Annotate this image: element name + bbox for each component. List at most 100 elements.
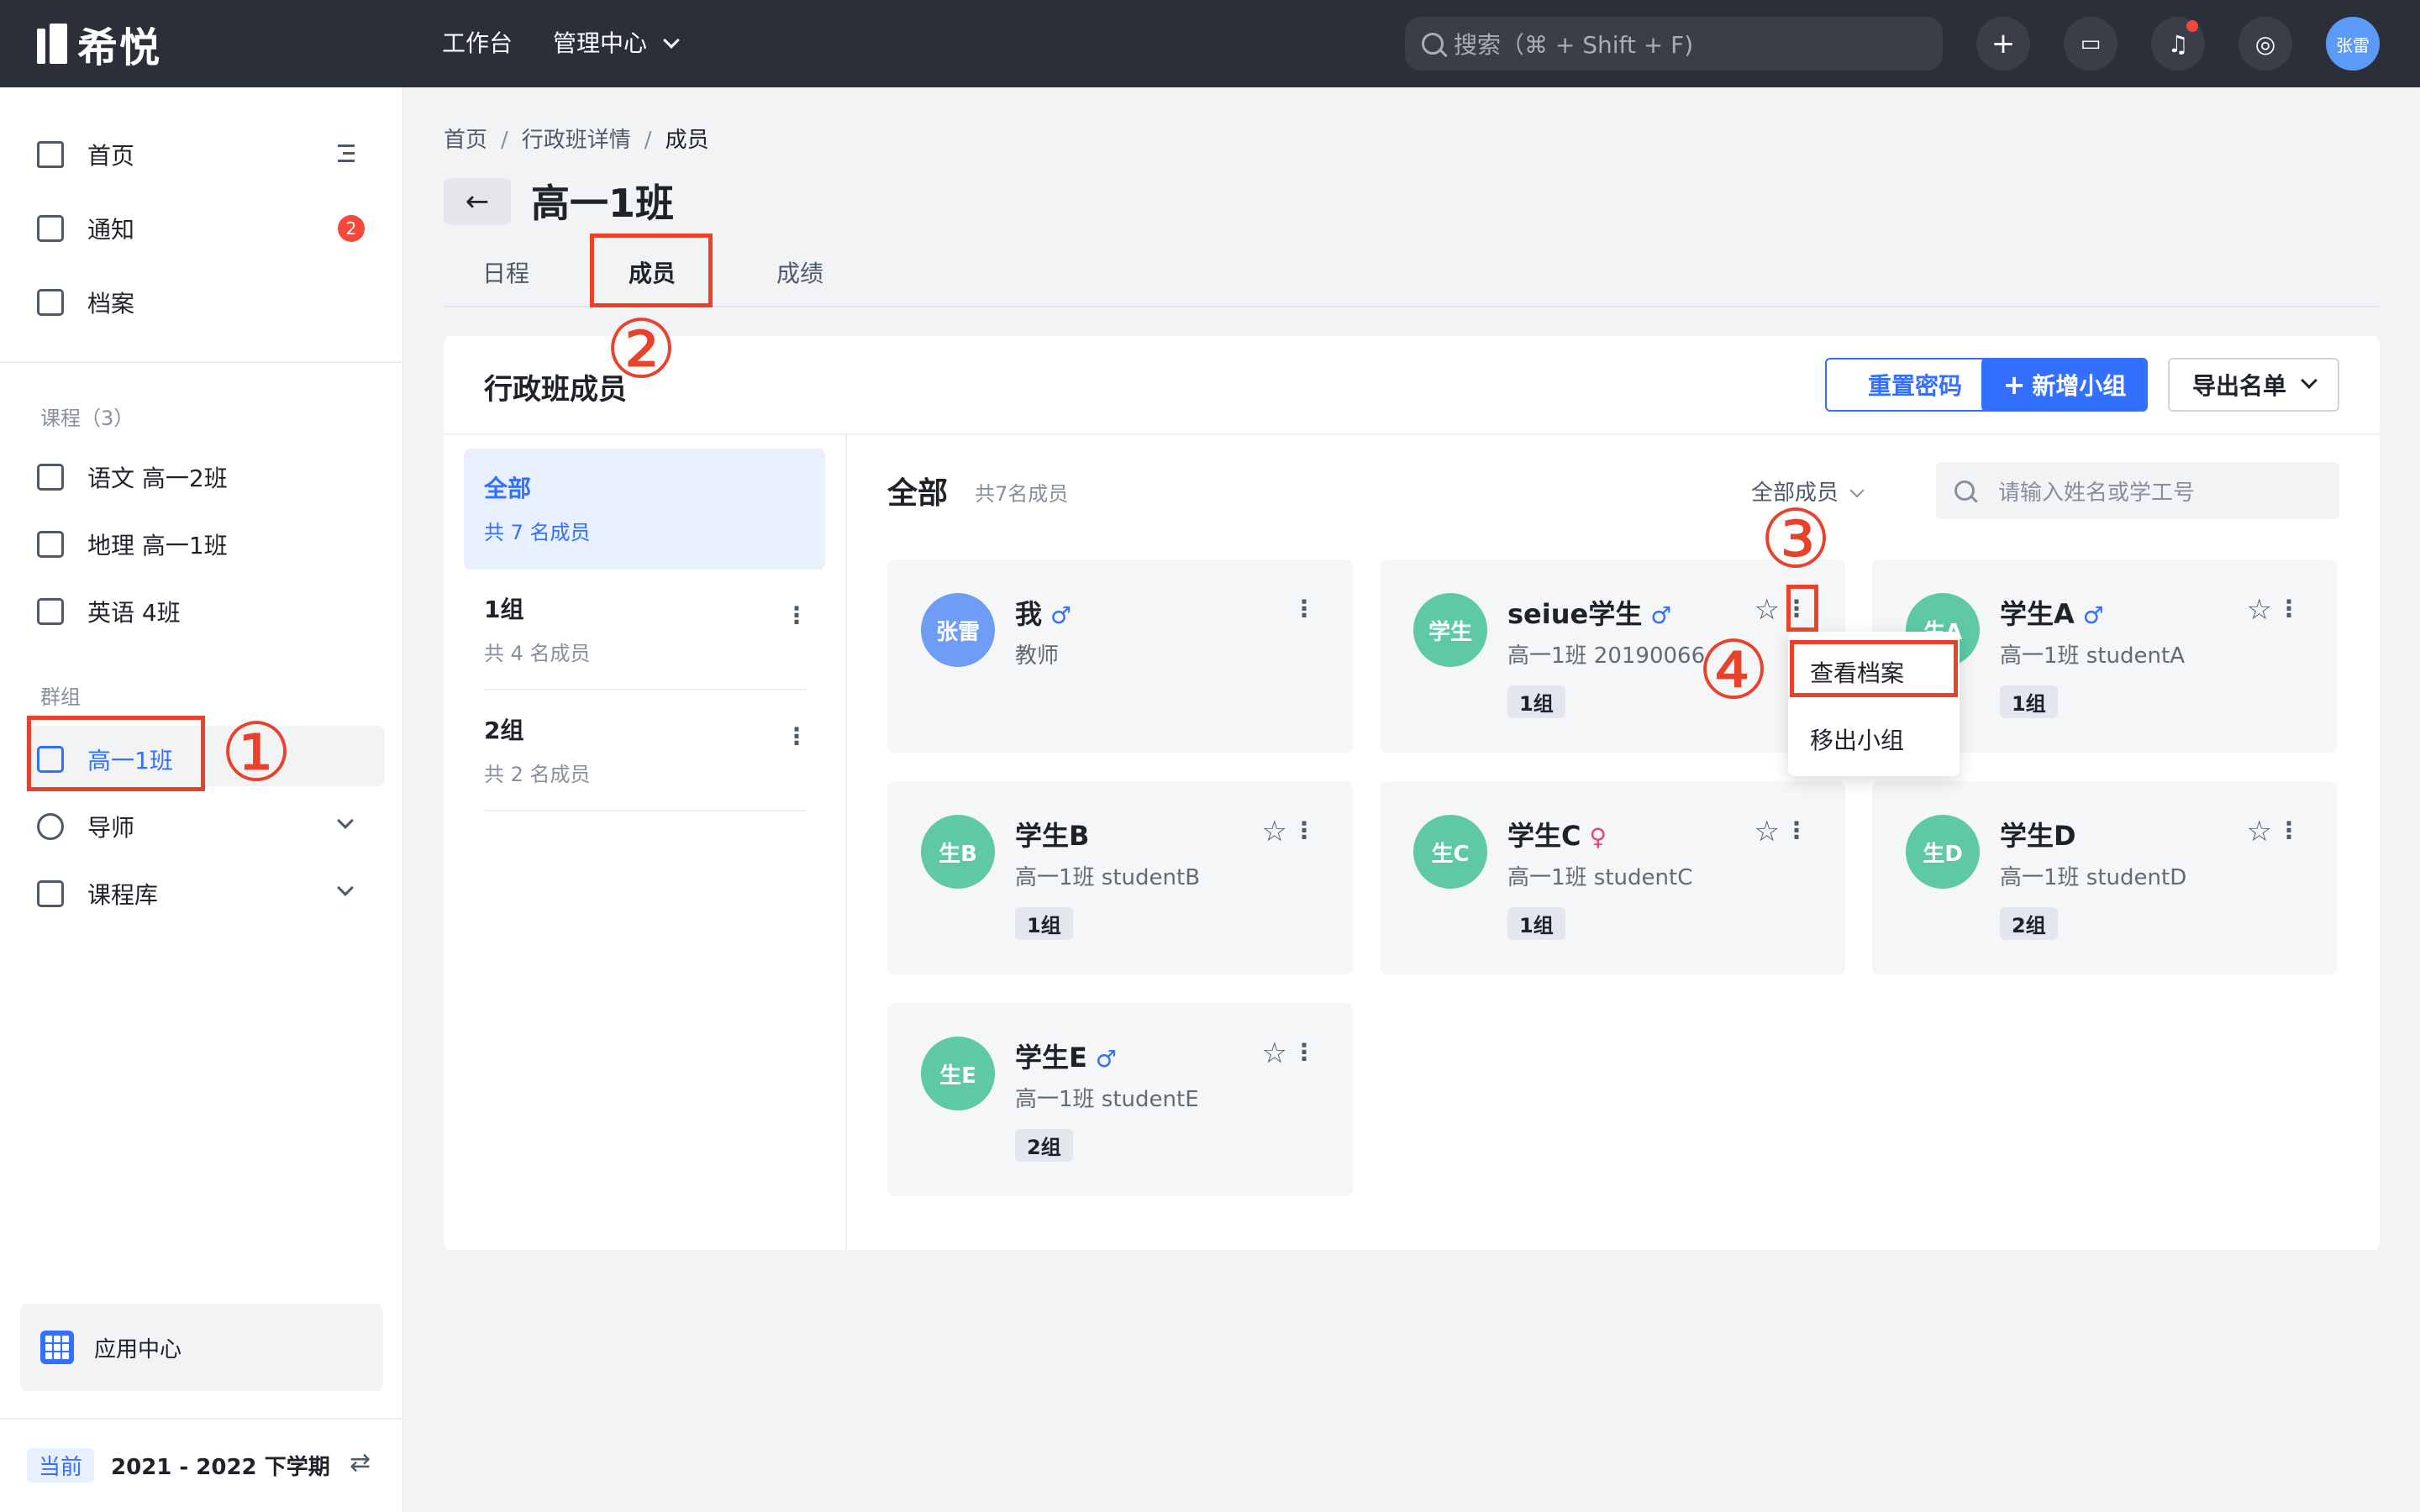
member-role: 教师 (1015, 643, 1060, 669)
groups-section-title: 群组 (40, 685, 81, 709)
member-card[interactable]: 张雷 我 ♂ 教师 ⋮ (887, 559, 1353, 753)
tab-schedule[interactable]: 日程 (482, 255, 529, 289)
group-item-1[interactable]: 1组 共 4 名成员 ⋮ (464, 570, 825, 690)
more-icon[interactable]: ⋮ (2277, 816, 2301, 844)
group-name: 2组 (484, 717, 524, 744)
group-item-2[interactable]: 2组 共 2 名成员 ⋮ (464, 690, 825, 811)
member-card[interactable]: 生D 学生D 高一1班 studentD 2组 ☆ ⋮ (1872, 781, 2338, 974)
add-group-label: 新增小组 (2032, 372, 2127, 400)
sidebar-course-3[interactable]: 英语 4班 (37, 588, 181, 635)
reset-password-button[interactable]: 重置密码 (1825, 358, 2005, 412)
notice-badge: 2 (338, 215, 365, 242)
members-panel: 行政班成员 重置密码 + 新增小组 导出名单 全部 共 7 名成员 1组 共 4 … (444, 336, 2380, 1250)
nav-admin-center[interactable]: 管理中心 (553, 25, 680, 62)
member-name: 学生E ♂ (1015, 1037, 1117, 1075)
global-search-input[interactable]: 搜索（⌘ + Shift + F) (1405, 17, 1943, 71)
more-icon[interactable]: ⋮ (1785, 816, 1808, 844)
app-logo[interactable]: 希悦 (37, 20, 161, 71)
add-button[interactable]: + (1976, 17, 2030, 71)
app-center-button[interactable]: 应用中心 (20, 1304, 383, 1391)
star-icon[interactable]: ☆ (1754, 815, 1780, 848)
group-name: 全部 (484, 475, 532, 502)
member-search-input[interactable]: 请输入姓名或学工号 (1936, 462, 2339, 519)
star-icon[interactable]: ☆ (2247, 593, 2272, 627)
sidebar-item-label: 档案 (87, 290, 135, 318)
member-card[interactable]: 学生 seiue学生 ♂ 高一1班 20190066 1组 ☆ ⋮ (1380, 559, 1845, 753)
app-grid-icon (40, 1331, 74, 1364)
nav-workbench[interactable]: 工作台 (442, 25, 513, 62)
member-card[interactable]: 生C 学生C ♀ 高一1班 studentC 1组 ☆ ⋮ (1380, 781, 1845, 974)
member-card[interactable]: 生E 学生E ♂ 高一1班 studentE 2组 ☆ ⋮ (887, 1003, 1353, 1196)
star-icon[interactable]: ☆ (1754, 593, 1780, 627)
avatar: 生D (1906, 815, 1980, 889)
more-icon[interactable]: ⋮ (785, 722, 808, 750)
member-name: 我 ♂ (1015, 593, 1071, 632)
logo-text: 希悦 (77, 24, 162, 71)
message-icon (37, 215, 64, 242)
group-tag: 1组 (1507, 907, 1565, 940)
sidebar-item-label: 导师 (87, 814, 135, 842)
member-name-text: 学生C (1507, 820, 1581, 852)
more-icon[interactable]: ⋮ (1292, 816, 1316, 844)
search-icon (1422, 33, 1444, 55)
sidebar-item-home[interactable]: 首页 (37, 131, 134, 178)
swap-term-icon[interactable]: ⇄ (350, 1448, 371, 1478)
settings-icon: ◎ (2254, 29, 2276, 58)
breadcrumb-current: 成员 (665, 128, 709, 153)
archive-icon (37, 289, 64, 316)
more-icon[interactable]: ⋮ (1292, 1038, 1316, 1066)
annotation-box-3 (1786, 585, 1818, 632)
sidebar-group-course-library[interactable]: 课程库 (37, 870, 158, 917)
add-group-button[interactable]: + 新增小组 (1981, 358, 2148, 412)
sidebar-course-1[interactable]: 语文 高一2班 (37, 454, 228, 501)
remove-from-group-menu-item[interactable]: 移出小组 (1810, 722, 1904, 756)
sidebar-item-notice[interactable]: 通知 (37, 205, 134, 252)
chevron-down-icon[interactable] (337, 879, 354, 896)
tab-grades[interactable]: 成绩 (776, 255, 823, 289)
group-item-all[interactable]: 全部 共 7 名成员 (464, 449, 825, 570)
back-button[interactable]: ← (444, 178, 511, 225)
chevron-down-icon (663, 32, 680, 49)
sidebar-course-2[interactable]: 地理 高一1班 (37, 521, 228, 568)
plus-icon: + (2002, 369, 2026, 401)
term-selector[interactable]: 当前 2021 - 2022 下学期 (27, 1445, 330, 1485)
group-count: 共 4 名成员 (484, 642, 591, 665)
user-avatar[interactable]: 张雷 (2326, 17, 2380, 71)
term-label: 2021 - 2022 下学期 (111, 1454, 330, 1480)
chat-icon: ▭ (2080, 31, 2102, 56)
library-icon (37, 880, 64, 907)
collapse-sidebar-icon[interactable] (333, 144, 356, 163)
member-card[interactable]: 生B 学生B 高一1班 studentB 1组 ☆ ⋮ (887, 781, 1353, 974)
tabs-divider (444, 306, 2380, 307)
breadcrumb-home[interactable]: 首页 (444, 128, 487, 153)
more-icon[interactable]: ⋮ (2277, 595, 2301, 622)
top-bar: 希悦 工作台 管理中心 搜索（⌘ + Shift + F) + ▭ ♫ ◎ 张雷 (0, 0, 2420, 87)
member-list-count: 共7名成员 (975, 482, 1069, 506)
male-icon: ♂ (1095, 1045, 1117, 1073)
breadcrumb: 首页 / 行政班详情 / 成员 (444, 128, 709, 153)
star-icon[interactable]: ☆ (1262, 1037, 1287, 1070)
settings-button[interactable]: ◎ (2238, 17, 2292, 71)
annotation-step-4: ④ (1697, 623, 1770, 717)
chevron-down-icon[interactable] (337, 812, 354, 829)
sidebar-item-label: 语文 高一2班 (87, 465, 228, 492)
more-icon[interactable]: ⋮ (1292, 595, 1316, 622)
avatar: 张雷 (921, 593, 995, 667)
star-icon[interactable]: ☆ (2247, 815, 2272, 848)
sidebar-group-mentor[interactable]: 导师 (37, 803, 134, 850)
member-name: 学生C ♀ (1507, 815, 1607, 853)
member-info: 高一1班 studentC (1507, 865, 1693, 890)
avatar: 生B (921, 815, 995, 889)
breadcrumb-class-detail[interactable]: 行政班详情 (522, 128, 631, 153)
more-icon[interactable]: ⋮ (785, 601, 808, 629)
sidebar-item-label: 英语 4班 (87, 599, 181, 627)
member-name-text: 我 (1015, 598, 1043, 630)
member-info: 高一1班 studentD (2000, 865, 2187, 890)
member-name: 学生B (1015, 820, 1090, 852)
chat-button[interactable]: ▭ (2064, 17, 2118, 71)
notification-button[interactable]: ♫ (2151, 17, 2205, 71)
star-icon[interactable]: ☆ (1262, 815, 1287, 848)
sidebar-item-archive[interactable]: 档案 (37, 279, 134, 326)
user-icon (37, 813, 64, 840)
export-list-button[interactable]: 导出名单 (2168, 358, 2339, 412)
